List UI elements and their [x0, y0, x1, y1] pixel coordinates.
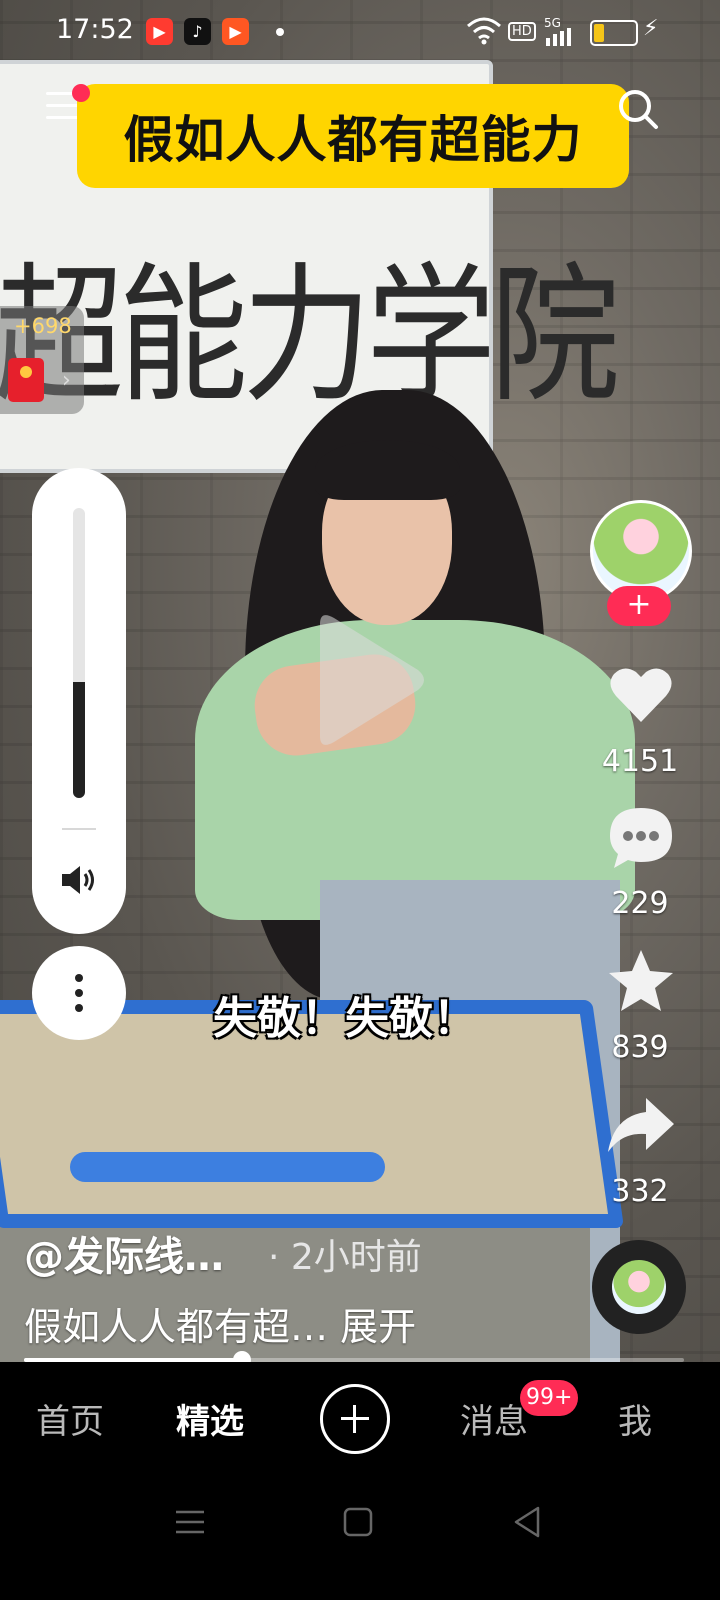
title-banner: 假如人人都有超能力 — [77, 84, 629, 188]
speaker-icon[interactable] — [58, 862, 100, 898]
post-time: · 2小时前 — [268, 1228, 422, 1280]
nav-home[interactable]: 首页 — [36, 1394, 104, 1443]
like-count: 4151 — [601, 744, 679, 779]
video-title: 假如人人都有超能力 — [123, 111, 583, 169]
wifi-icon — [467, 17, 501, 45]
status-bar: 17:52 ▶ ♪ ▶ HD 5G ⚡ — [0, 0, 720, 64]
messages-badge: 99+ — [520, 1380, 579, 1416]
video-icon: ▶ — [222, 18, 249, 45]
nav-featured[interactable]: 精选 — [176, 1394, 244, 1443]
red-packet-count: +698 — [14, 314, 72, 338]
volume-divider — [62, 828, 96, 830]
recent-apps-icon[interactable] — [170, 1502, 210, 1542]
play-icon[interactable] — [300, 610, 430, 750]
battery-icon — [590, 20, 638, 46]
video-caption[interactable]: 假如人人都有超… 展开 — [24, 1296, 416, 1351]
signal-icon — [546, 28, 571, 46]
system-nav-bar — [0, 1472, 720, 1600]
follow-button[interactable]: + — [607, 586, 671, 626]
music-disc[interactable] — [592, 1240, 686, 1334]
volume-slider[interactable] — [73, 508, 85, 798]
red-packet-widget[interactable]: +698 › — [0, 306, 84, 414]
back-icon[interactable] — [508, 1502, 548, 1542]
tiktok-icon: ♪ — [184, 18, 211, 45]
share-count: 332 — [611, 1174, 669, 1209]
search-icon[interactable] — [617, 88, 659, 130]
volume-slider-fill — [73, 682, 85, 798]
nav-me[interactable]: 我 — [618, 1394, 652, 1443]
menu-notification-dot — [72, 84, 90, 102]
charging-icon: ⚡ — [643, 16, 659, 41]
red-envelope-icon — [8, 358, 44, 402]
person-bangs — [315, 440, 460, 500]
chevron-right-icon: › — [62, 368, 71, 393]
notification-dot-icon — [276, 28, 284, 36]
author-name[interactable]: @发际线… — [24, 1224, 224, 1282]
nav-messages[interactable]: 消息 — [460, 1394, 528, 1443]
volume-panel — [32, 468, 126, 934]
favorite-count: 839 — [611, 1030, 669, 1065]
battery-fill — [594, 24, 604, 42]
home-icon[interactable] — [338, 1502, 378, 1542]
time-ago-label: 2小时前 — [290, 1237, 422, 1278]
time-separator: · — [268, 1237, 280, 1278]
video-subtitle: 失敬！失敬！ — [213, 993, 477, 1044]
bottom-nav: 首页 精选 消息 99+ 我 — [0, 1362, 720, 1472]
create-button[interactable] — [320, 1384, 390, 1454]
comment-count: 229 — [611, 886, 669, 921]
comment-icon[interactable] — [606, 802, 676, 872]
desk-slot — [70, 1152, 385, 1182]
like-icon[interactable] — [606, 660, 676, 730]
share-icon[interactable] — [606, 1090, 676, 1160]
hd-icon: HD — [508, 22, 536, 41]
status-time: 17:52 — [56, 14, 134, 45]
favorite-star-icon[interactable] — [606, 946, 676, 1016]
youtube-like-icon: ▶ — [146, 18, 173, 45]
